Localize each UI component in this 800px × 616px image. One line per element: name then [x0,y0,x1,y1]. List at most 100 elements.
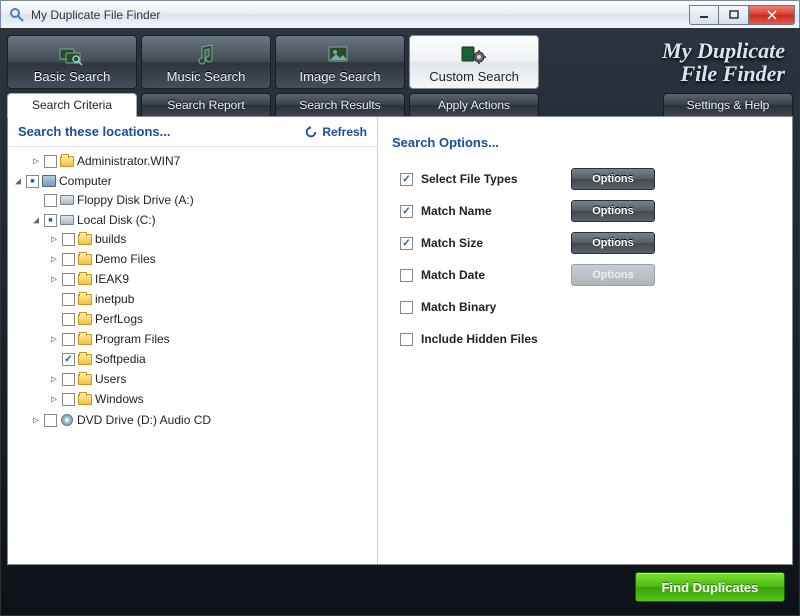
folder-icon [77,272,93,286]
options-header: Search Options... [392,135,499,150]
tree-label: PerfLogs [95,312,143,326]
locations-pane: Search these locations... Refresh ▷ Admin… [8,117,378,564]
expand-icon[interactable]: ▷ [48,334,60,345]
drive-icon [59,213,75,227]
custom-search-button[interactable]: Custom Search [409,35,539,89]
expand-icon[interactable]: ▷ [30,415,42,426]
folder-icon [77,292,93,306]
floppy-icon [59,193,75,207]
maximize-button[interactable] [719,5,749,25]
folder-icon [77,392,93,406]
tab-apply-actions[interactable]: Apply Actions [409,93,539,117]
option-label: Match Size [421,236,571,250]
option-label: Select File Types [421,172,571,186]
computer-icon [41,174,57,188]
image-icon [326,43,354,67]
tree-checkbox[interactable] [62,293,75,306]
tree-label: inetpub [95,292,134,306]
folder-icon [77,232,93,246]
tab-settings-help[interactable]: Settings & Help [663,93,793,117]
minimize-button[interactable] [689,5,719,25]
options-button[interactable]: Options [571,168,655,190]
tree-label: DVD Drive (D:) Audio CD [77,413,211,427]
tree-label: builds [95,232,126,246]
tree-label: Administrator.WIN7 [77,154,180,168]
main-toolbar: Basic Search Music Search Image Search C… [7,35,793,89]
tree-label: Computer [59,174,112,188]
brand-line2: File Finder [662,62,785,85]
folder-icon [77,372,93,386]
locations-header: Search these locations... [18,124,170,139]
location-tree[interactable]: ▷ Administrator.WIN7 ◢ Computer Floppy Dis… [8,147,377,564]
tree-checkbox[interactable] [44,214,57,227]
tree-label: Users [95,372,126,386]
folder-icon [77,252,93,266]
tree-checkbox[interactable] [44,414,57,427]
option-checkbox[interactable] [400,205,413,218]
window-titlebar: My Duplicate File Finder [0,0,800,28]
refresh-icon [304,125,318,139]
option-checkbox[interactable] [400,173,413,186]
music-icon [192,43,220,67]
option-checkbox[interactable] [400,237,413,250]
main-panel: Search these locations... Refresh ▷ Admin… [7,116,793,565]
tree-checkbox[interactable] [62,373,75,386]
tree-label: Demo Files [95,252,156,266]
disc-icon [59,413,75,427]
brand: My Duplicate File Finder [543,35,793,89]
tree-checkbox[interactable] [62,353,75,366]
options-button[interactable]: Options [571,232,655,254]
sub-tabs: Search Criteria Search Report Search Res… [7,93,793,117]
app-icon [9,7,25,23]
expand-icon[interactable]: ▷ [48,374,60,385]
tree-label: Floppy Disk Drive (A:) [77,193,194,207]
option-checkbox[interactable] [400,333,413,346]
tree-checkbox[interactable] [62,313,75,326]
tree-label: Windows [95,392,144,406]
option-label: Match Date [421,268,571,282]
option-label: Match Name [421,204,571,218]
expand-icon[interactable]: ▷ [48,394,60,405]
folder-icon [59,154,75,168]
close-button[interactable] [749,5,795,25]
tree-checkbox[interactable] [62,273,75,286]
tree-checkbox[interactable] [62,393,75,406]
tab-search-results[interactable]: Search Results [275,93,405,117]
collapse-icon[interactable]: ◢ [30,215,42,226]
expand-icon[interactable]: ▷ [48,274,60,285]
toolbar-label: Image Search [300,69,381,84]
tree-checkbox[interactable] [44,155,57,168]
image-search-button[interactable]: Image Search [275,35,405,89]
toolbar-label: Music Search [167,69,246,84]
toolbar-label: Custom Search [429,69,519,84]
tab-search-criteria[interactable]: Search Criteria [7,93,137,117]
toolbar-label: Basic Search [34,69,111,84]
tree-checkbox[interactable] [62,233,75,246]
expand-icon[interactable]: ▷ [48,254,60,265]
option-checkbox[interactable] [400,269,413,282]
expand-icon[interactable]: ▷ [48,234,60,245]
tree-label: IEAK9 [95,272,129,286]
folder-icon [77,352,93,366]
tree-checkbox[interactable] [62,253,75,266]
basic-search-button[interactable]: Basic Search [7,35,137,89]
folder-icon [77,312,93,326]
tree-label: Softpedia [95,352,146,366]
tree-checkbox[interactable] [62,333,75,346]
find-duplicates-button[interactable]: Find Duplicates [635,572,785,602]
options-pane: Search Options... Select File Types Opti… [378,117,792,564]
tab-search-report[interactable]: Search Report [141,93,271,117]
folders-icon [58,43,86,67]
footer: Find Duplicates [7,565,793,609]
folder-icon [77,332,93,346]
options-button[interactable]: Options [571,200,655,222]
option-checkbox[interactable] [400,301,413,314]
tree-label: Local Disk (C:) [77,213,156,227]
tree-checkbox[interactable] [26,175,39,188]
refresh-button[interactable]: Refresh [304,125,367,139]
collapse-icon[interactable]: ◢ [12,176,24,187]
gear-icon [460,43,488,67]
music-search-button[interactable]: Music Search [141,35,271,89]
expand-icon[interactable]: ▷ [30,156,42,167]
tree-checkbox[interactable] [44,194,57,207]
